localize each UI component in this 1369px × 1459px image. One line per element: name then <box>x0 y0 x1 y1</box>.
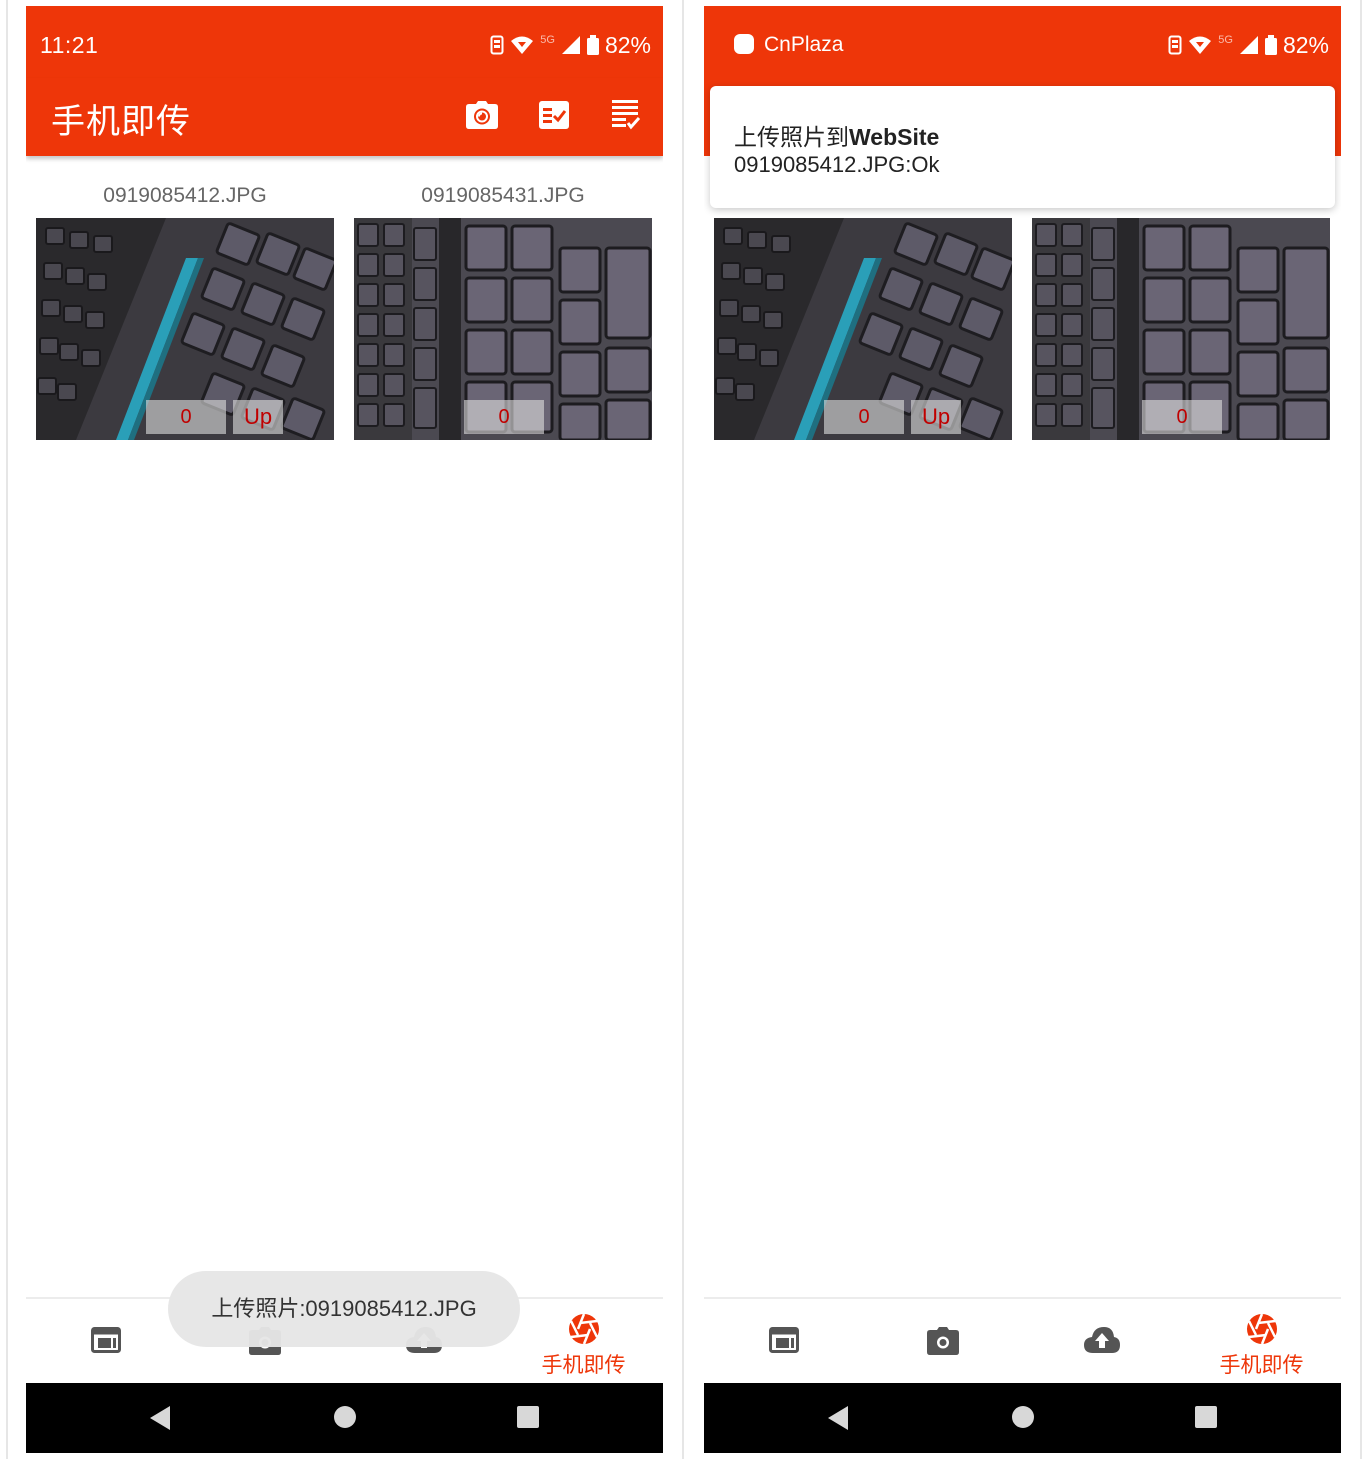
notification-title-prefix: 上传照片到 <box>734 124 849 150</box>
upload-count-badge: 0 <box>146 400 226 434</box>
home-button[interactable] <box>333 1405 357 1434</box>
photo-grid: 0919085412.JPG 0 Up 0919085431.JPG 0 <box>36 178 656 440</box>
camera-icon <box>926 1327 959 1360</box>
camera-action-button[interactable] <box>465 100 499 134</box>
nav-item-web[interactable] <box>26 1299 185 1383</box>
status-bar: CnPlaza 5G 82% <box>704 6 1341 78</box>
recents-button[interactable] <box>1194 1405 1218 1434</box>
photo-thumbnail[interactable]: 0 <box>354 218 652 440</box>
battery-percent: 82% <box>604 31 651 58</box>
status-icons: 5G 82% <box>490 30 651 60</box>
notification-title-bold: WebSite <box>849 124 940 150</box>
photo-thumbnail[interactable]: 0 <box>1032 218 1330 440</box>
nav-item-cloud-upload[interactable] <box>1022 1299 1181 1383</box>
cloud-upload-icon <box>1083 1327 1120 1358</box>
app-bar-actions <box>465 99 643 135</box>
toast-message: 上传照片:0919085412.JPG <box>168 1271 520 1347</box>
web-window-icon <box>90 1327 121 1358</box>
wifi-icon <box>510 35 534 55</box>
upload-count-badge: 0 <box>824 400 904 434</box>
vibrate-icon <box>1168 35 1182 55</box>
recents-button[interactable] <box>516 1405 540 1434</box>
network-type: 5G <box>540 34 555 46</box>
app-name: CnPlaza <box>764 33 844 56</box>
photo-tile[interactable]: 0919085431.JPG 0 <box>354 178 652 440</box>
app-title: 手机即传 <box>51 103 191 141</box>
photo-grid: 0 Up 0 <box>714 178 1334 440</box>
notification-title: 上传照片到WebSite <box>734 118 939 152</box>
photo-filename: 0919085412.JPG <box>103 184 267 207</box>
camera-icon <box>466 100 498 134</box>
signal-icon <box>1239 35 1259 55</box>
app-bar: 手机即传 <box>26 78 663 156</box>
web-window-icon <box>768 1327 799 1358</box>
photo-tile[interactable]: 0 Up <box>714 178 1012 440</box>
battery-percent: 82% <box>1282 31 1329 58</box>
status-icons: 5G 82% <box>1168 30 1329 60</box>
nav-item-web[interactable] <box>704 1299 863 1383</box>
screen-divider <box>682 0 684 1459</box>
list-check-icon <box>612 99 641 135</box>
network-type: 5G <box>1218 34 1233 46</box>
battery-icon <box>586 35 599 55</box>
phone-screen-right: CnPlaza 5G 82% 0 Up 0 上传照片到WebSite 09190… <box>704 6 1341 1453</box>
upload-button[interactable]: Up <box>911 400 961 434</box>
back-button[interactable] <box>826 1405 850 1436</box>
home-button[interactable] <box>1011 1405 1035 1434</box>
nav-item-instant-transfer[interactable]: 手机即传 <box>504 1299 663 1383</box>
status-bar: 11:21 5G 82% <box>26 6 663 78</box>
system-navigation-bar <box>704 1383 1341 1453</box>
app-badge-icon <box>734 34 754 54</box>
back-button[interactable] <box>148 1405 172 1436</box>
upload-button[interactable]: Up <box>233 400 283 434</box>
photo-tile[interactable]: 0919085412.JPG 0 Up <box>36 178 334 440</box>
photo-thumbnail[interactable]: 0 Up <box>714 218 1012 440</box>
screen-border-left <box>6 0 8 1459</box>
system-navigation-bar <box>26 1383 663 1453</box>
list-check-action-button[interactable] <box>609 99 643 135</box>
shutter-icon <box>1246 1313 1278 1350</box>
photo-tile[interactable]: 0 <box>1032 178 1330 440</box>
checklist-icon <box>539 100 569 134</box>
battery-icon <box>1264 35 1277 55</box>
status-time: 11:21 <box>40 32 99 58</box>
checklist-action-button[interactable] <box>537 100 571 134</box>
nav-item-camera[interactable] <box>863 1299 1022 1383</box>
heads-up-notification[interactable]: 上传照片到WebSite 0919085412.JPG:Ok <box>710 86 1335 208</box>
vibrate-icon <box>490 35 504 55</box>
phone-screen-left: 11:21 5G 82% 手机即传 0919085412.JPG 0 Up 09… <box>26 6 663 1453</box>
notification-body: 0919085412.JPG:Ok <box>734 152 940 177</box>
notification-app-label: CnPlaza <box>734 33 843 57</box>
nav-item-label: 手机即传 <box>1219 1354 1304 1377</box>
shutter-icon <box>568 1313 600 1350</box>
signal-icon <box>561 35 581 55</box>
photo-filename: 0919085431.JPG <box>421 184 585 207</box>
screen-border-right <box>1360 0 1362 1459</box>
nav-item-label: 手机即传 <box>541 1354 626 1377</box>
bottom-navigation: 手机即传 <box>704 1297 1341 1383</box>
upload-count-badge: 0 <box>464 400 544 434</box>
upload-count-badge: 0 <box>1142 400 1222 434</box>
nav-item-instant-transfer[interactable]: 手机即传 <box>1182 1299 1341 1383</box>
photo-thumbnail[interactable]: 0 Up <box>36 218 334 440</box>
wifi-icon <box>1188 35 1212 55</box>
